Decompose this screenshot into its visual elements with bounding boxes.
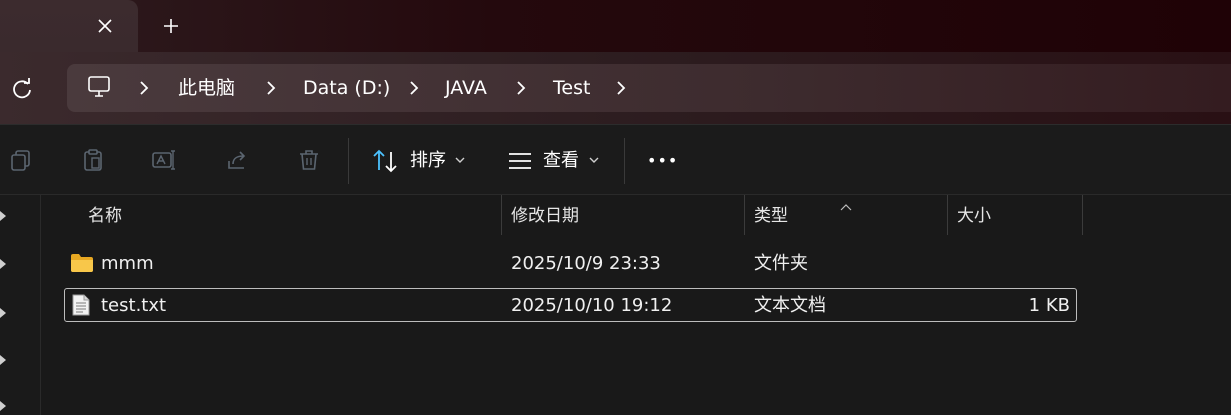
column-header-size[interactable]: 大小 xyxy=(957,205,991,227)
toolbar-divider xyxy=(348,138,349,184)
share-icon[interactable] xyxy=(224,147,250,173)
view-icon[interactable] xyxy=(507,151,533,171)
breadcrumb-this-pc[interactable]: 此电脑 xyxy=(178,77,235,99)
chevron-down-icon[interactable] xyxy=(589,155,599,165)
file-date: 2025/10/9 23:33 xyxy=(511,253,661,274)
file-type: 文本文档 xyxy=(754,295,826,316)
view-button-label[interactable]: 查看 xyxy=(543,150,579,172)
address-bar[interactable] xyxy=(67,64,1231,112)
file-name[interactable]: test.txt xyxy=(101,295,166,317)
breadcrumb-chevron-icon[interactable] xyxy=(264,80,278,96)
paste-icon[interactable] xyxy=(80,147,106,173)
sort-ascending-icon xyxy=(840,196,852,211)
breadcrumb-chevron-icon[interactable] xyxy=(514,80,528,96)
plus-icon xyxy=(164,19,178,33)
breadcrumb-chevron-icon[interactable] xyxy=(137,80,151,96)
file-type: 文件夹 xyxy=(754,253,808,274)
column-header-date[interactable]: 修改日期 xyxy=(511,205,579,227)
copy-icon[interactable] xyxy=(8,147,34,173)
file-name[interactable]: mmm xyxy=(101,253,154,275)
toolbar-divider xyxy=(624,138,625,184)
expand-arrow-icon[interactable] xyxy=(0,210,8,222)
tab-active[interactable] xyxy=(0,0,138,52)
column-divider[interactable] xyxy=(744,195,745,235)
column-divider[interactable] xyxy=(1082,195,1083,235)
title-bar xyxy=(0,0,1231,52)
expand-arrow-icon[interactable] xyxy=(0,258,8,270)
breadcrumb-drive-d[interactable]: Data (D:) xyxy=(303,77,390,99)
file-size: 1 KB xyxy=(1028,295,1070,316)
chevron-down-icon[interactable] xyxy=(455,155,465,165)
close-tab-icon[interactable] xyxy=(95,16,115,36)
breadcrumb-test[interactable]: Test xyxy=(553,77,590,99)
expand-arrow-icon[interactable] xyxy=(0,354,8,366)
sort-icon[interactable] xyxy=(372,148,400,174)
command-bar xyxy=(0,125,1231,194)
this-pc-icon[interactable] xyxy=(87,75,111,99)
divider xyxy=(0,194,1231,195)
delete-icon[interactable] xyxy=(296,147,322,173)
column-header-type[interactable]: 类型 xyxy=(754,205,788,227)
more-options-button[interactable]: ••• xyxy=(647,150,679,172)
expand-arrow-icon[interactable] xyxy=(0,307,8,319)
rename-icon[interactable] xyxy=(152,147,178,173)
breadcrumb-java[interactable]: JAVA xyxy=(445,77,487,99)
file-date: 2025/10/10 19:12 xyxy=(511,295,673,316)
new-tab-button[interactable] xyxy=(161,16,181,36)
refresh-button[interactable] xyxy=(10,77,34,101)
column-header-name[interactable]: 名称 xyxy=(88,205,122,227)
column-divider[interactable] xyxy=(501,195,502,235)
folder-icon xyxy=(70,252,93,274)
column-divider[interactable] xyxy=(947,195,948,235)
expand-arrow-icon[interactable] xyxy=(0,400,8,412)
breadcrumb-chevron-icon[interactable] xyxy=(407,80,421,96)
sort-button-label[interactable]: 排序 xyxy=(410,150,446,172)
breadcrumb-chevron-icon[interactable] xyxy=(614,80,628,96)
text-file-icon xyxy=(72,294,94,316)
navigation-pane xyxy=(0,195,41,415)
refresh-icon xyxy=(13,78,31,99)
